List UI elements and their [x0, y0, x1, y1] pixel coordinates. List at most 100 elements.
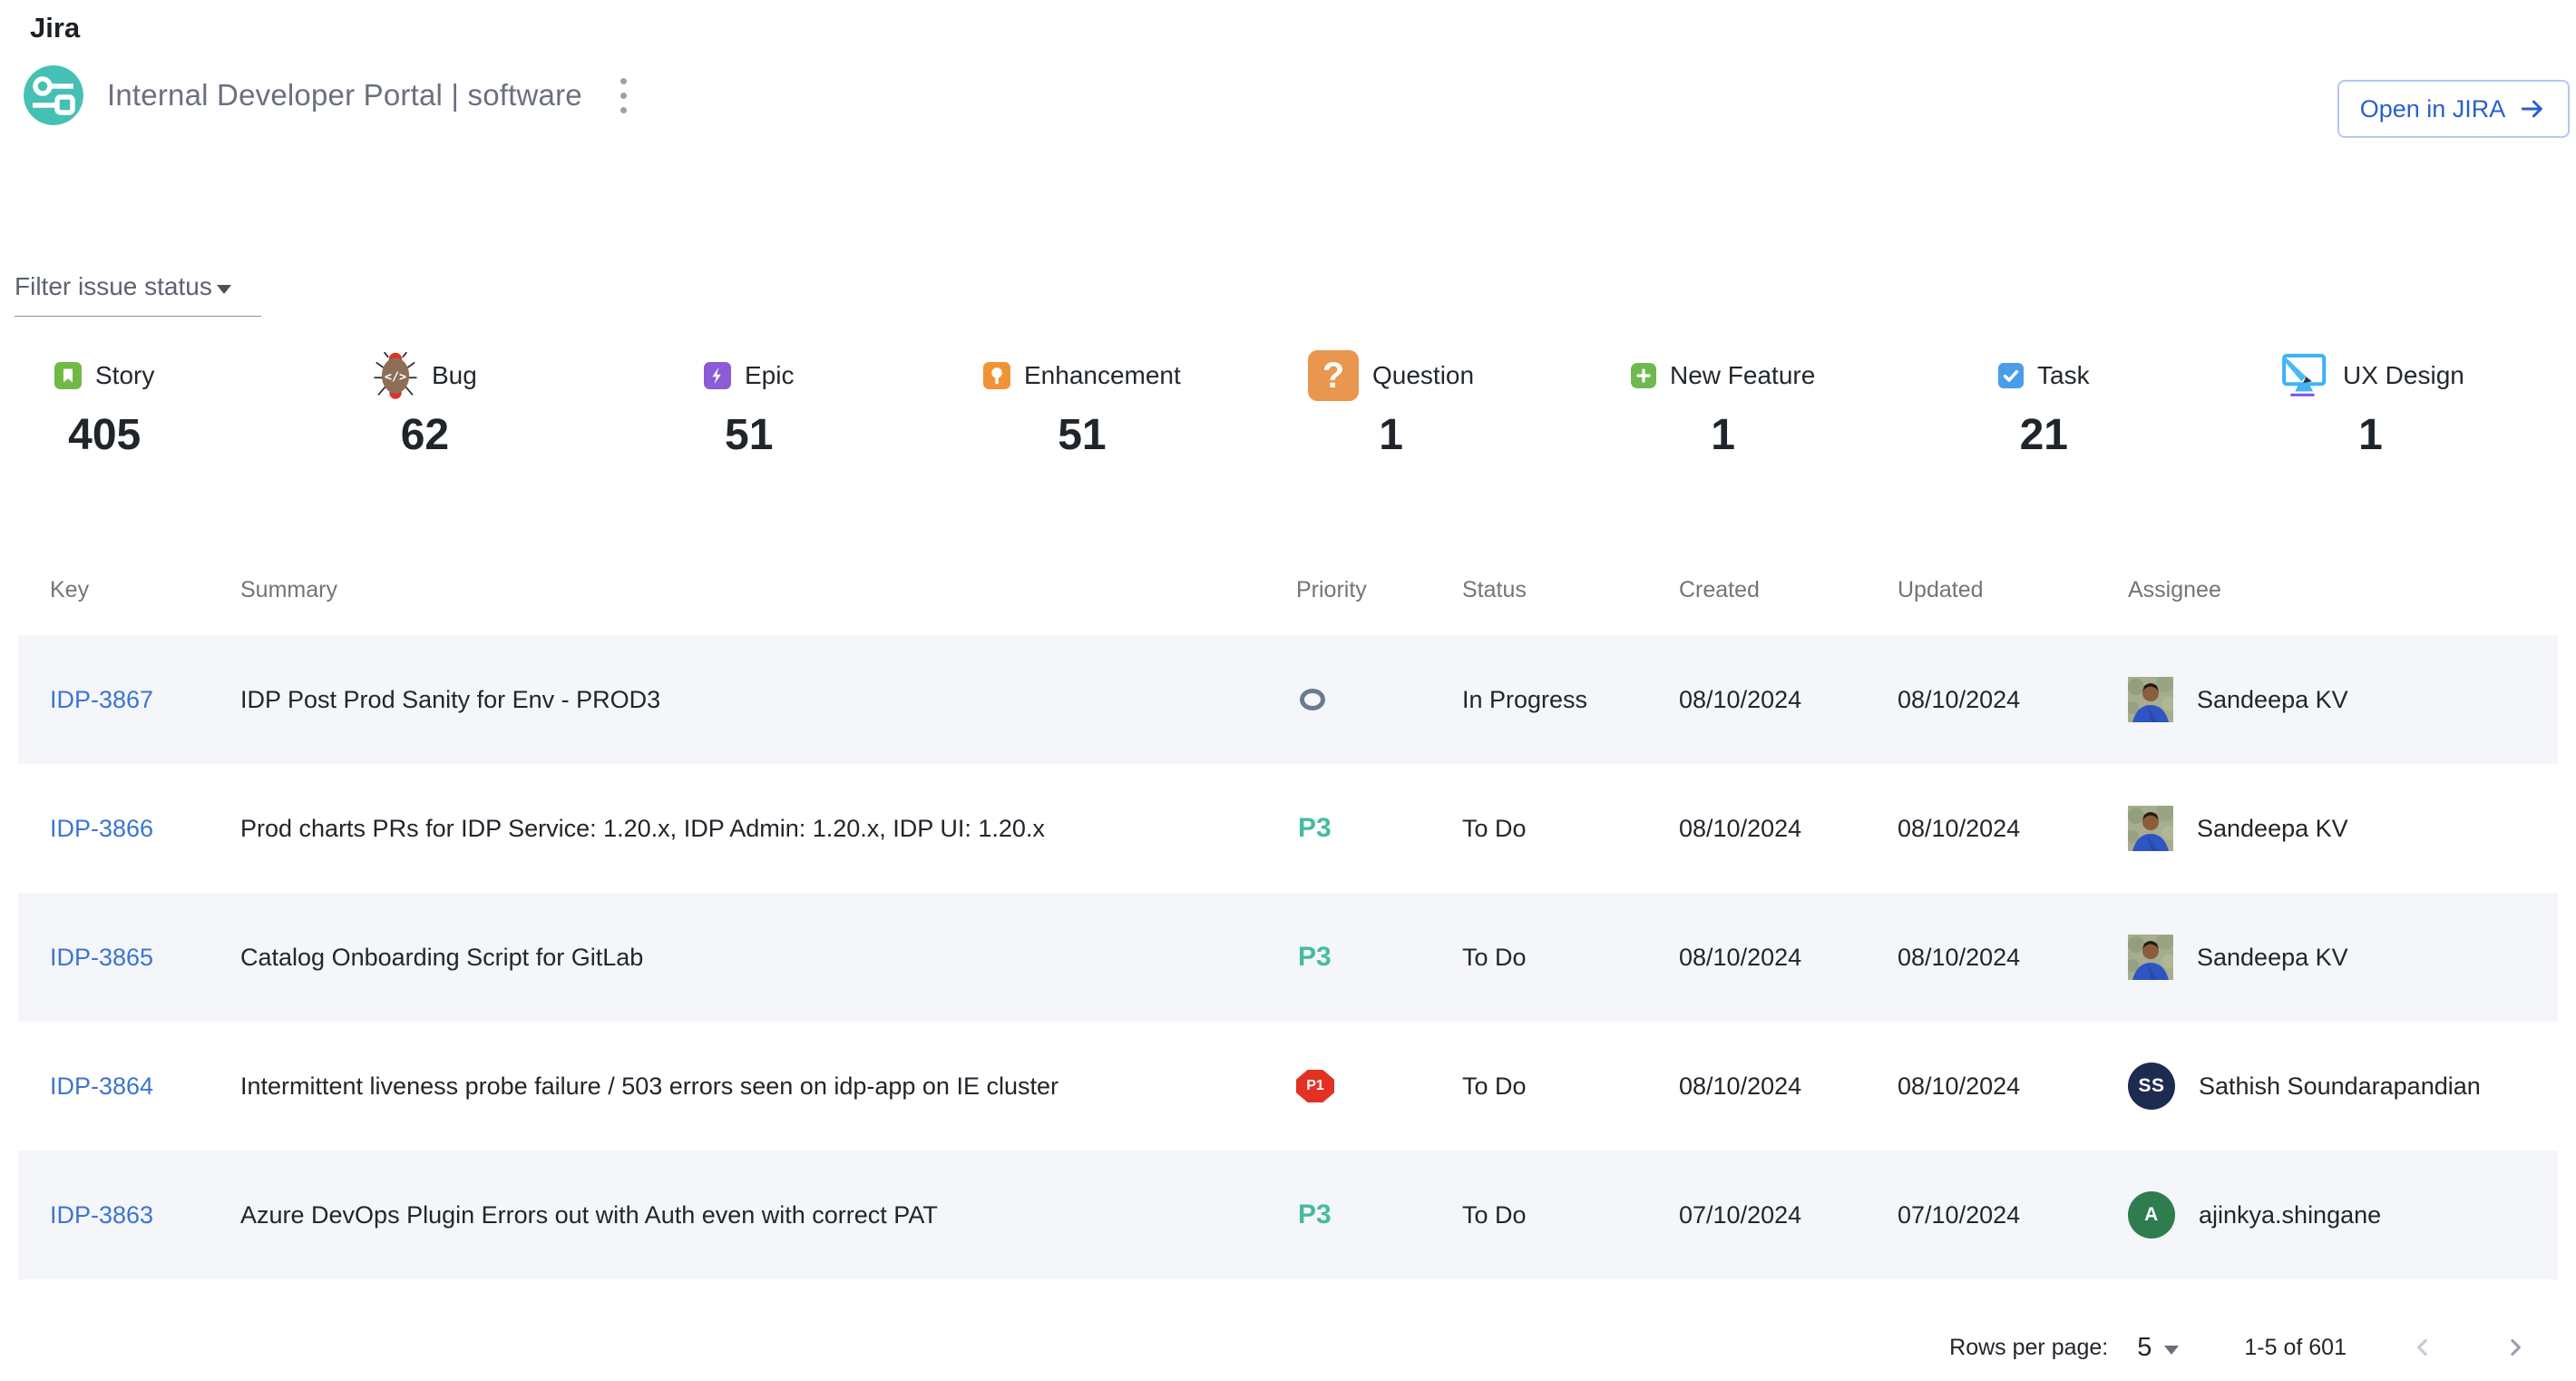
issues-table: Key Summary Priority Status Created Upda…: [18, 544, 2558, 1279]
issue-summary: Azure DevOps Plugin Errors out with Auth…: [240, 1201, 1296, 1229]
issue-summary: Catalog Onboarding Script for GitLab: [240, 944, 1296, 972]
entity-logo-icon: [24, 65, 83, 125]
table-row: IDP-3863 Azure DevOps Plugin Errors out …: [18, 1151, 2558, 1279]
issue-type-count: 1: [1711, 410, 1735, 460]
issue-type-count: 1: [1379, 410, 1403, 460]
previous-page-button[interactable]: [2403, 1327, 2443, 1367]
priority-p3-icon: P3: [1298, 1200, 1332, 1230]
assignee-photo-avatar: [2128, 806, 2173, 851]
next-page-button[interactable]: [2495, 1327, 2535, 1367]
assignee-cell: Sandeepa KV: [2128, 935, 2558, 980]
issue-updated-date: 08/10/2024: [1898, 1072, 2128, 1101]
issue-type-count: 51: [725, 410, 773, 460]
arrow-right-icon: [2518, 94, 2547, 123]
issue-summary: Intermittent liveness probe failure / 50…: [240, 1072, 1296, 1101]
counter-task: Task 21: [1998, 347, 2090, 460]
priority-p1-icon: P1: [1296, 1070, 1334, 1102]
priority-cell: P1: [1296, 1070, 1462, 1102]
rows-per-page-label: Rows per page:: [1949, 1335, 2108, 1361]
issue-created-date: 08/10/2024: [1679, 1072, 1898, 1101]
table-row: IDP-3867 IDP Post Prod Sanity for Env - …: [18, 635, 2558, 764]
issue-status: In Progress: [1462, 686, 1679, 714]
entity-header: Internal Developer Portal | software: [24, 65, 638, 125]
svg-text:</>: </>: [385, 371, 406, 385]
table-header-row: Key Summary Priority Status Created Upda…: [18, 544, 2558, 635]
chevron-left-icon: [2409, 1334, 2436, 1361]
chevron-down-icon: [2164, 1346, 2179, 1355]
column-header-key: Key: [50, 577, 240, 603]
assignee-name: Sandeepa KV: [2197, 944, 2348, 972]
chevron-down-icon: [217, 285, 231, 294]
assignee-name: Sathish Soundarapandian: [2199, 1072, 2481, 1101]
issue-key-link[interactable]: IDP-3864: [50, 1072, 240, 1101]
priority-cell: P3: [1296, 942, 1462, 973]
column-header-updated: Updated: [1898, 577, 2128, 603]
issue-status: To Do: [1462, 815, 1679, 843]
issue-updated-date: 08/10/2024: [1898, 944, 2128, 972]
page-title: Jira: [30, 12, 80, 44]
assignee-name: Sandeepa KV: [2197, 686, 2348, 714]
story-icon: [54, 362, 82, 389]
counter-ux-design: UX Design 1: [2277, 347, 2464, 460]
counter-bug: </> Bug 62: [373, 347, 477, 460]
issue-status: To Do: [1462, 944, 1679, 972]
issue-key-link[interactable]: IDP-3867: [50, 686, 240, 714]
filter-issue-status-select[interactable]: Filter issue status: [15, 272, 261, 317]
task-icon: [1998, 363, 2024, 388]
assignee-photo-avatar: [2128, 677, 2173, 722]
pagination-range: 1-5 of 601: [2244, 1335, 2347, 1361]
column-header-priority: Priority: [1296, 577, 1462, 603]
issue-created-date: 08/10/2024: [1679, 944, 1898, 972]
issue-created-date: 07/10/2024: [1679, 1201, 1898, 1229]
issue-updated-date: 08/10/2024: [1898, 815, 2128, 843]
issue-updated-date: 08/10/2024: [1898, 686, 2128, 714]
assignee-name: Sandeepa KV: [2197, 815, 2348, 843]
question-icon: ?: [1308, 350, 1359, 401]
rows-per-page-select[interactable]: 5: [2137, 1333, 2179, 1363]
filter-issue-status-label: Filter issue status: [15, 272, 212, 301]
assignee-name: ajinkya.shingane: [2199, 1201, 2381, 1229]
table-row: IDP-3866 Prod charts PRs for IDP Service…: [18, 764, 2558, 893]
assignee-cell: A ajinkya.shingane: [2128, 1191, 2558, 1239]
issue-type-count: 21: [2020, 410, 2068, 460]
issue-created-date: 08/10/2024: [1679, 686, 1898, 714]
counter-epic: Epic 51: [704, 347, 794, 460]
open-in-jira-label: Open in JIRA: [2360, 95, 2506, 123]
column-header-assignee: Assignee: [2128, 577, 2558, 603]
priority-p3-icon: P3: [1298, 813, 1332, 844]
assignee-cell: Sandeepa KV: [2128, 677, 2558, 722]
enhancement-icon: [983, 362, 1010, 389]
column-header-status: Status: [1462, 577, 1679, 603]
table-row: IDP-3864 Intermittent liveness probe fai…: [18, 1022, 2558, 1151]
assignee-cell: SS Sathish Soundarapandian: [2128, 1063, 2558, 1110]
chevron-right-icon: [2502, 1334, 2529, 1361]
priority-cell: P3: [1296, 813, 1462, 844]
new-feature-icon: [1631, 363, 1656, 388]
issue-key-link[interactable]: IDP-3863: [50, 1201, 240, 1229]
epic-icon: [704, 362, 731, 389]
assignee-cell: Sandeepa KV: [2128, 806, 2558, 851]
issue-type-count: 1: [2358, 410, 2383, 460]
svg-text:?: ?: [1322, 356, 1344, 396]
table-body: IDP-3867 IDP Post Prod Sanity for Env - …: [18, 635, 2558, 1279]
issue-key-link[interactable]: IDP-3865: [50, 944, 240, 972]
issue-status: To Do: [1462, 1201, 1679, 1229]
issue-key-link[interactable]: IDP-3866: [50, 815, 240, 843]
column-header-created: Created: [1679, 577, 1898, 603]
assignee-photo-avatar: [2128, 935, 2173, 980]
ux-design-icon: [2277, 350, 2329, 401]
counter-enhancement: Enhancement 51: [983, 347, 1181, 460]
priority-none-icon: [1300, 689, 1325, 710]
issue-type-counters: Story 405 </> Bug 62 Epic 51 Enhancement…: [0, 347, 2576, 492]
kebab-menu-icon[interactable]: [610, 67, 638, 124]
table-row: IDP-3865 Catalog Onboarding Script for G…: [18, 893, 2558, 1022]
priority-cell: [1296, 689, 1462, 710]
rows-per-page-value: 5: [2137, 1333, 2152, 1363]
assignee-initials-avatar: SS: [2128, 1063, 2175, 1110]
issue-type-count: 405: [68, 410, 141, 460]
counter-new-feature: New Feature 1: [1631, 347, 1815, 460]
counter-question: ? Question 1: [1308, 347, 1474, 460]
priority-p3-icon: P3: [1298, 942, 1332, 973]
open-in-jira-button[interactable]: Open in JIRA: [2337, 80, 2570, 138]
bug-icon: </>: [373, 350, 418, 401]
